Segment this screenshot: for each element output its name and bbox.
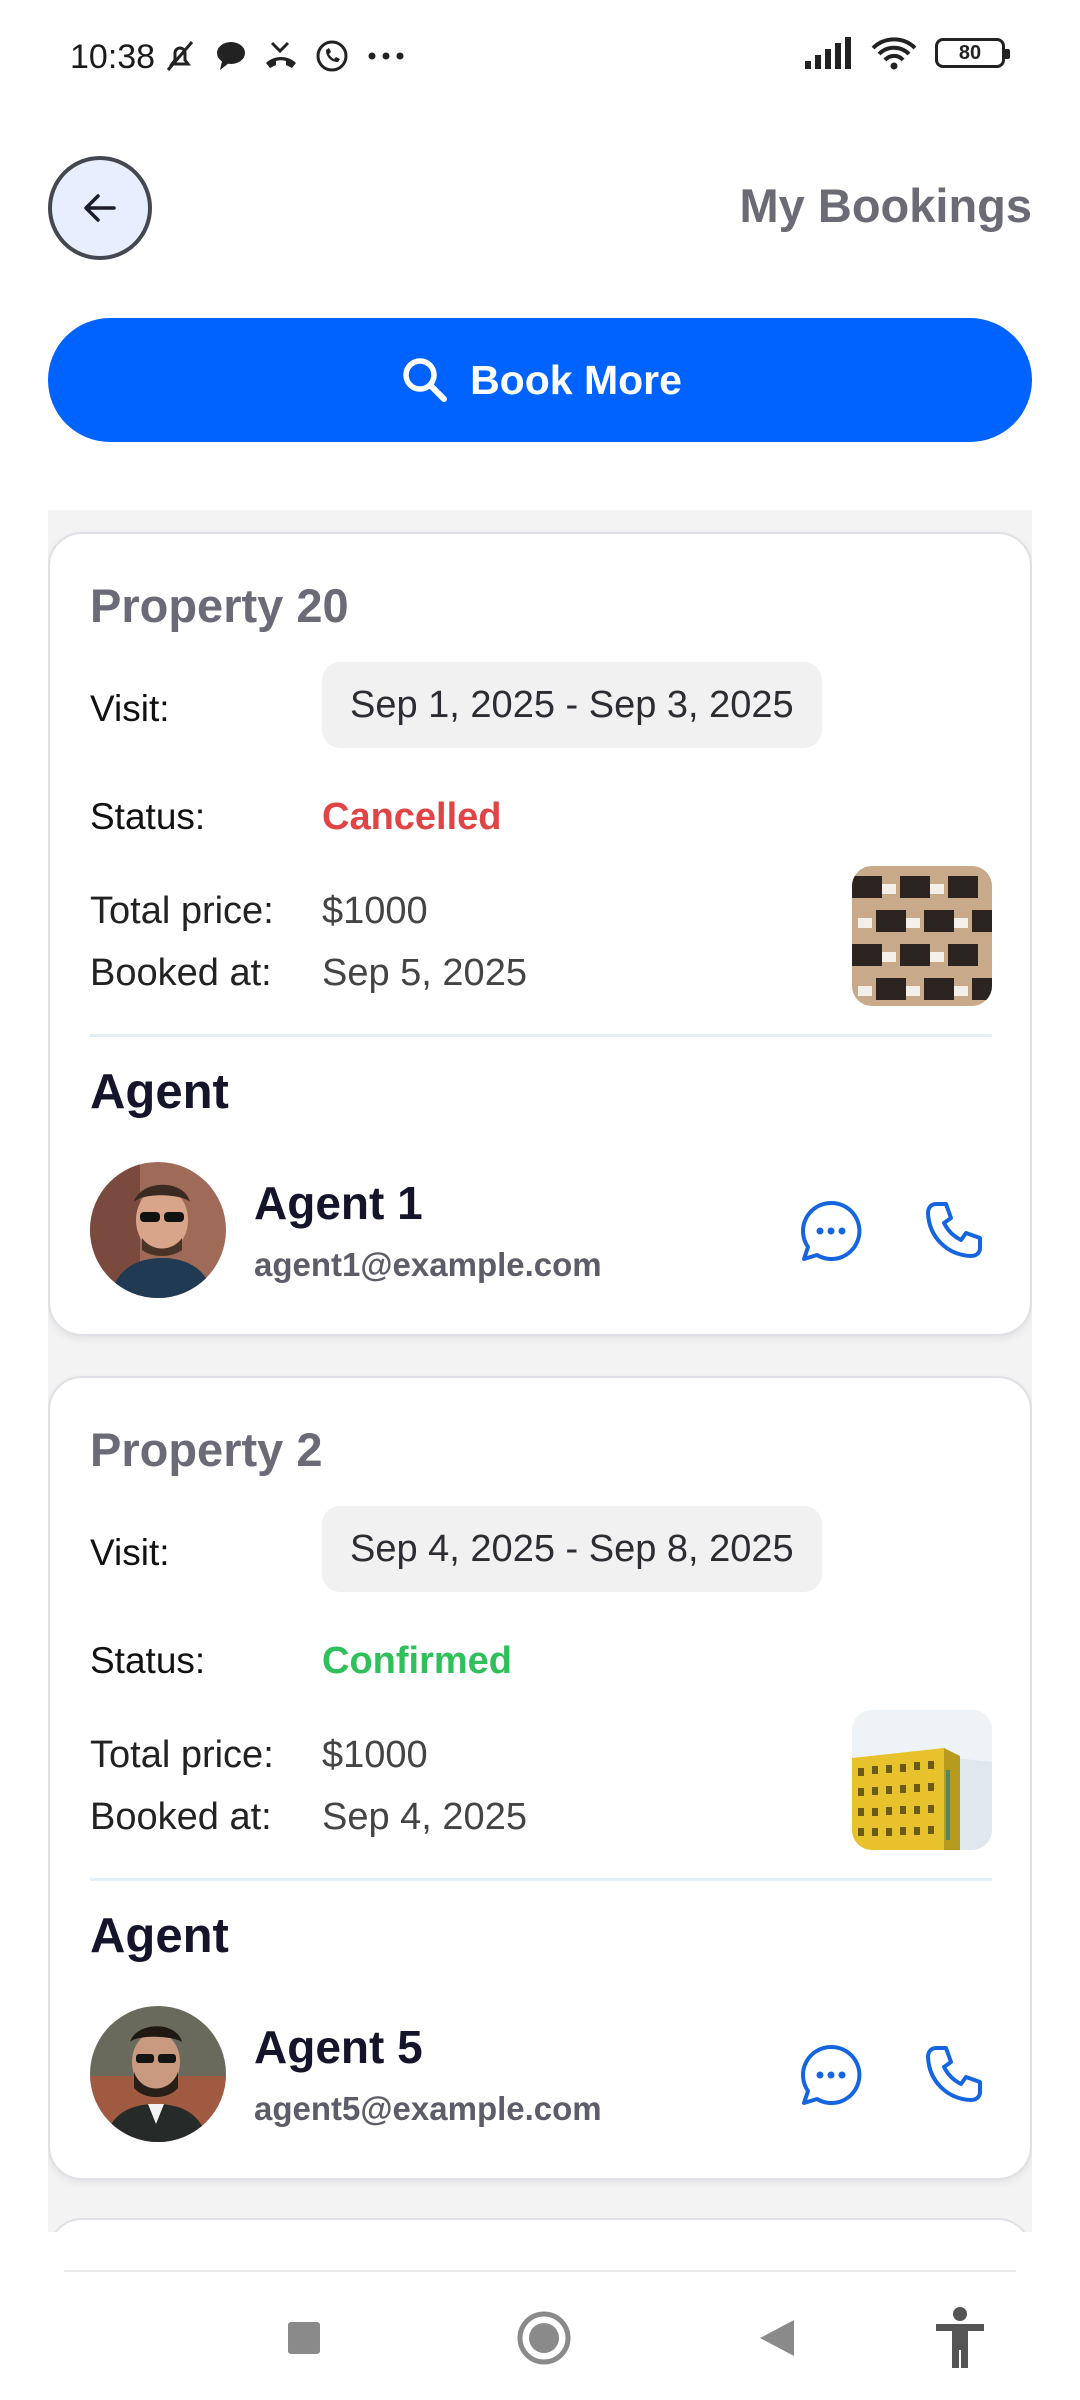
visit-dates: Sep 4, 2025 - Sep 8, 2025 [322,1506,822,1592]
accessibility-button[interactable] [932,2306,988,2375]
property-thumbnail[interactable] [852,866,992,1006]
call-agent-button[interactable] [920,1198,986,1264]
avatar[interactable] [90,1162,226,1298]
bookings-list[interactable]: Property 20 Visit: Sep 1, 2025 - Sep 3, … [48,510,1032,2232]
system-status: 80 [803,36,1010,70]
accessibility-icon [936,2307,984,2368]
chat-icon [800,2044,862,2105]
visit-dates: Sep 1, 2025 - Sep 3, 2025 [322,662,822,748]
property-title: Property 20 [90,579,349,632]
divider [90,1878,992,1881]
booking-card[interactable]: Property 20 Visit: Sep 1, 2025 - Sep 3, … [48,532,1032,1336]
missed-call-icon [266,41,296,68]
chat-icon [800,1200,862,1261]
battery-icon: 80 [935,38,1010,68]
signal-icon [805,37,851,69]
mute-icon [166,41,194,71]
avatar[interactable] [90,2006,226,2142]
agent-name: Agent 1 [254,1177,423,1229]
price-value: $1000 [322,1734,428,1776]
call-agent-button[interactable] [920,2042,986,2108]
back-triangle-icon [760,2320,794,2356]
whatsapp-icon [316,40,348,72]
message-agent-button[interactable] [798,2042,864,2108]
agent-name: Agent 5 [254,2021,423,2073]
phone-icon [926,1202,982,1258]
price-value: $1000 [322,890,428,932]
book-more-button[interactable]: Book More [48,318,1032,442]
booked-label: Booked at: [90,952,272,994]
recents-button[interactable] [286,2320,322,2361]
visit-label: Visit: [90,688,170,729]
back-button[interactable] [48,156,152,260]
chat-bubble-icon [217,42,245,70]
message-agent-button[interactable] [798,1198,864,1264]
status-label: Status: [90,796,206,837]
page-title: My Bookings [739,179,1032,232]
visit-label: Visit: [90,1532,170,1573]
booked-date: Sep 5, 2025 [322,952,527,994]
status-label: Status: [90,1640,206,1681]
home-circle-icon [517,2311,571,2365]
nav-divider [64,2270,1016,2272]
system-nav-bar [0,2280,1080,2400]
status-badge: Confirmed [322,1640,512,1682]
notification-icons [160,38,408,74]
status-badge: Cancelled [322,796,502,838]
divider [90,1034,992,1037]
arrow-left-icon [84,194,116,222]
booking-card[interactable]: Property 2 Visit: Sep 4, 2025 - Sep 8, 2… [48,1376,1032,2180]
home-button[interactable] [516,2310,572,2371]
status-time: 10:38 [70,38,156,76]
more-dots-icon [368,52,404,60]
book-more-label: Book More [470,356,682,403]
booked-label: Booked at: [90,1796,272,1838]
status-bar: 10:38 80 [0,0,1080,120]
booking-card-partial[interactable] [48,2218,1032,2232]
recents-square-icon [288,2322,320,2354]
agent-heading: Agent [90,1909,229,1963]
agent-email: agent1@example.com [254,1246,602,1283]
back-nav-button[interactable] [758,2318,796,2363]
phone-icon [926,2046,982,2102]
property-title: Property 2 [90,1423,323,1476]
search-icon [403,358,448,402]
property-thumbnail[interactable] [852,1710,992,1850]
wifi-icon [871,37,917,70]
battery-level: 80 [958,41,982,64]
booked-date: Sep 4, 2025 [322,1796,527,1838]
price-label: Total price: [90,1734,274,1776]
agent-email: agent5@example.com [254,2090,602,2127]
price-label: Total price: [90,890,274,932]
agent-heading: Agent [90,1065,229,1119]
